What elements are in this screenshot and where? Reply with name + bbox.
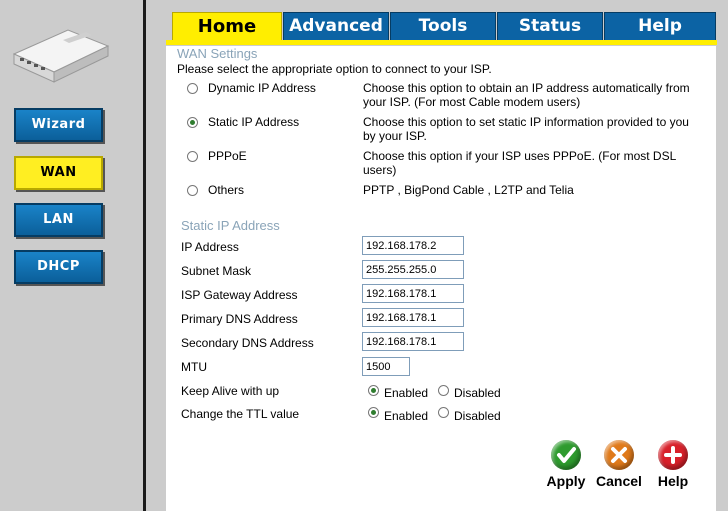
field-label-mtu: MTU (181, 360, 207, 374)
tab-status[interactable]: Status (497, 12, 603, 40)
wan-intro: Please select the appropriate option to … (177, 62, 492, 76)
keepalive-label: Keep Alive with up (181, 384, 280, 398)
gateway-field[interactable] (362, 284, 464, 303)
tab-underline (166, 40, 717, 45)
ttl-enabled-label: Enabled (384, 409, 429, 423)
option-desc-others: PPTP , BigPond Cable , L2TP and Telia (363, 183, 574, 197)
sidebar-item-wan[interactable]: WAN (14, 156, 103, 190)
router-icon (12, 29, 110, 83)
main-panel: WAN Settings Please select the appropria… (166, 46, 716, 511)
ip-address-field[interactable] (362, 236, 464, 255)
tab-help[interactable]: Help (604, 12, 716, 40)
apply-check-icon (551, 440, 581, 470)
option-label-pppoe: PPPoE (208, 149, 247, 163)
keepalive-enabled-radio[interactable] (368, 385, 379, 396)
ttl-disabled-radio[interactable] (438, 407, 449, 418)
help-button[interactable]: Help (652, 440, 694, 489)
tab-advanced[interactable]: Advanced (283, 12, 389, 40)
static-ip-title: Static IP Address (181, 218, 280, 233)
help-label: Help (657, 473, 689, 489)
field-label-primary-dns: Primary DNS Address (181, 312, 298, 326)
field-label-subnet: Subnet Mask (181, 264, 252, 278)
cancel-x-icon (604, 440, 634, 470)
field-label-gateway: ISP Gateway Address (181, 288, 298, 302)
option-desc-pppoe: Choose this option if your ISP uses PPPo… (363, 149, 676, 177)
tab-home[interactable]: Home (172, 12, 282, 40)
option-label-static: Static IP Address (208, 115, 300, 129)
radio-others[interactable] (187, 185, 198, 196)
option-label-dynamic: Dynamic IP Address (208, 81, 316, 95)
apply-button[interactable]: Apply (543, 440, 589, 489)
radio-pppoe[interactable] (187, 151, 198, 162)
tab-tools[interactable]: Tools (390, 12, 496, 40)
sidebar: Wizard WAN LAN DHCP (0, 0, 143, 511)
wan-settings-title: WAN Settings (177, 46, 258, 61)
apply-label: Apply (546, 473, 586, 489)
ttl-label: Change the TTL value (181, 407, 300, 421)
sidebar-item-lan[interactable]: LAN (14, 203, 103, 237)
cancel-label: Cancel (596, 473, 642, 489)
sidebar-item-wizard[interactable]: Wizard (14, 108, 103, 142)
option-label-others: Others (208, 183, 245, 197)
option-desc-static: Choose this option to set static IP info… (363, 115, 689, 143)
radio-static-ip[interactable] (187, 117, 198, 128)
keepalive-disabled-radio[interactable] (438, 385, 449, 396)
keepalive-disabled-label: Disabled (454, 386, 501, 400)
secondary-dns-field[interactable] (362, 332, 464, 351)
field-label-ip: IP Address (181, 240, 239, 254)
field-label-secondary-dns: Secondary DNS Address (181, 336, 314, 350)
sidebar-divider (143, 0, 146, 511)
ttl-disabled-label: Disabled (454, 409, 501, 423)
cancel-button[interactable]: Cancel (594, 440, 644, 489)
radio-dynamic-ip[interactable] (187, 83, 198, 94)
sidebar-item-dhcp[interactable]: DHCP (14, 250, 103, 284)
help-plus-icon (658, 440, 688, 470)
primary-dns-field[interactable] (362, 308, 464, 327)
ttl-enabled-radio[interactable] (368, 407, 379, 418)
right-margin (716, 46, 728, 511)
option-desc-dynamic: Choose this option to obtain an IP addre… (363, 81, 690, 109)
subnet-mask-field[interactable] (362, 260, 464, 279)
mtu-field[interactable] (362, 357, 410, 376)
keepalive-enabled-label: Enabled (384, 386, 429, 400)
